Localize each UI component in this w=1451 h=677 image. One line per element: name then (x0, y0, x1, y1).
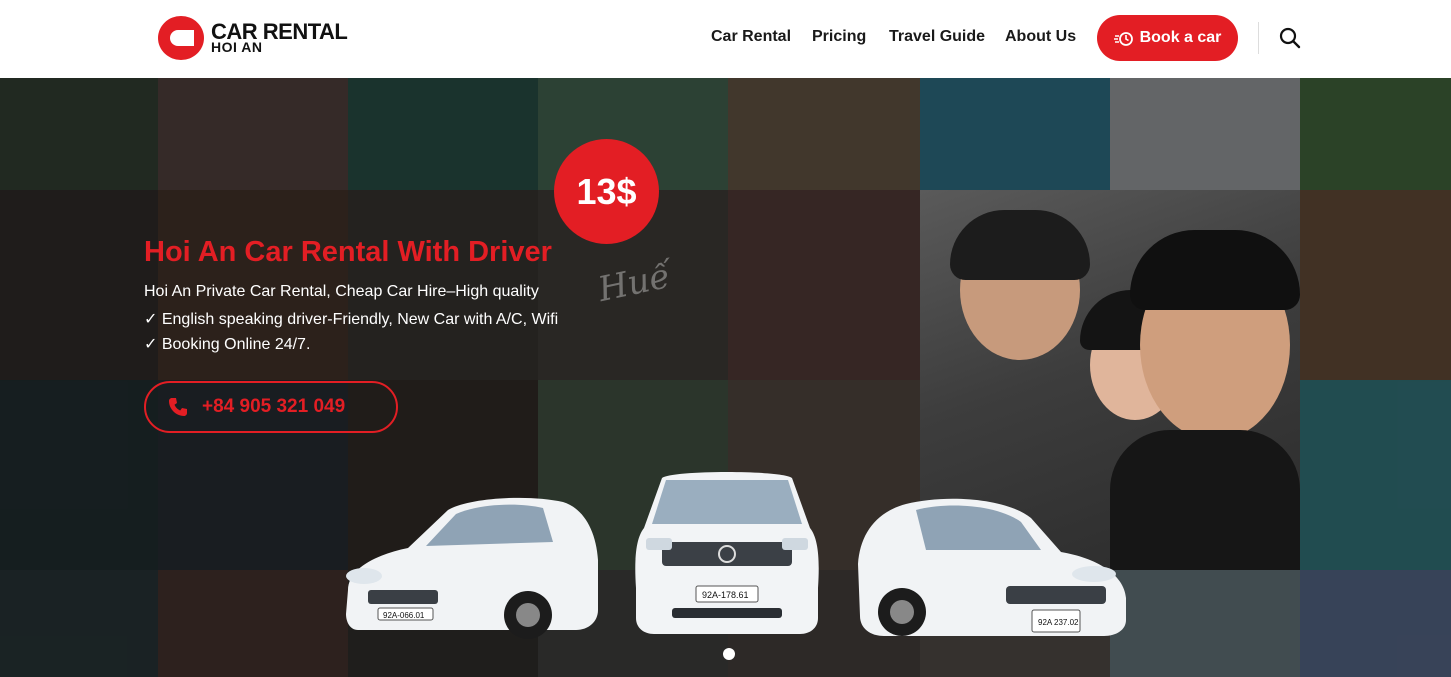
price-badge: 13$ (554, 139, 659, 244)
person-shirt (1110, 430, 1300, 570)
nav-divider (1258, 22, 1259, 54)
nav-item-car-rental[interactable]: Car Rental (711, 28, 791, 46)
nav-item-pricing[interactable]: Pricing (812, 28, 866, 46)
person-hair (950, 210, 1090, 280)
call-phone-button[interactable]: +84 905 321 049 (144, 381, 398, 433)
phone-icon (169, 398, 187, 416)
site-header: CAR RENTAL HOI AN Car Rental Pricing Tra… (0, 0, 1451, 78)
hero-slider: Huế 13$ Hoi An Car Rental With Driver Ho… (0, 78, 1451, 677)
fast-car-icon (1113, 32, 1133, 46)
sedan-car-image: 92A 237.02 (858, 498, 1126, 636)
nav-item-travel-guide[interactable]: Travel Guide (889, 28, 985, 46)
slider-dot-active[interactable] (723, 648, 735, 660)
suv-car-image: 92A-178.61 (635, 472, 819, 634)
license-plate: 92A-066.01 (383, 611, 425, 620)
license-plate: 92A 237.02 (1038, 618, 1079, 627)
hero-text-line: Hoi An Private Car Rental, Cheap Car Hir… (144, 283, 539, 300)
logo-icon (158, 16, 204, 60)
hero-text-line: ✓ Booking Online 24/7. (144, 336, 311, 353)
book-car-button[interactable]: Book a car (1097, 15, 1238, 61)
logo-subtitle: HOI AN (211, 39, 263, 55)
brand-logo[interactable]: CAR RENTAL HOI AN (158, 16, 368, 62)
sedan-car-image: 92A-066.01 (346, 497, 598, 639)
phone-number: +84 905 321 049 (202, 396, 346, 417)
nav-item-about-us[interactable]: About Us (1005, 28, 1076, 46)
person-hair (1130, 230, 1300, 310)
hero-title: Hoi An Car Rental With Driver (144, 236, 552, 268)
license-plate: 92A-178.61 (702, 590, 749, 600)
hero-text-line: ✓ English speaking driver-Friendly, New … (144, 311, 559, 328)
book-car-label: Book a car (1139, 29, 1222, 46)
search-icon[interactable] (1279, 27, 1301, 49)
